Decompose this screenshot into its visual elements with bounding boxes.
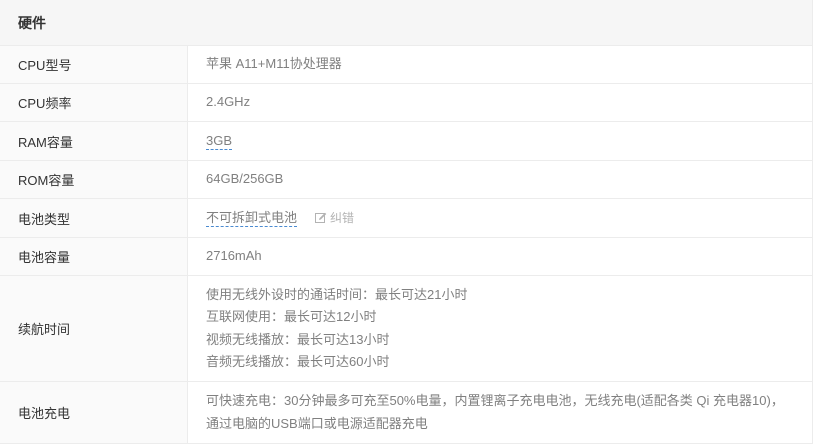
correct-error-link[interactable]: 纠错 — [315, 207, 354, 230]
spec-value-cell: 3GB — [188, 122, 812, 160]
spec-row-charging: 电池充电 可快速充电：30分钟最多可充至50%电量，内置锂离子充电电池，无线充电… — [0, 382, 812, 444]
charging-line: 可快速充电：30分钟最多可充至50%电量，内置锂离子充电电池，无线充电(适配各类… — [206, 393, 784, 408]
battery-type-value-link[interactable]: 不可拆卸式电池 — [206, 209, 298, 227]
endurance-line: 视频无线播放：最长可达13小时 — [206, 331, 390, 347]
spec-value-cell: 不可拆卸式电池 纠错 — [188, 199, 812, 237]
endurance-line: 使用无线外设时的通话时间：最长可达21小时 — [206, 286, 468, 302]
spec-value: 2.4GHz — [206, 94, 251, 110]
spec-row-battery-type: 电池类型 不可拆卸式电池 纠错 — [0, 199, 812, 238]
spec-label: 电池充电 — [0, 382, 188, 443]
correct-error-label: 纠错 — [330, 210, 355, 225]
spec-label: RAM容量 — [0, 122, 188, 160]
spec-row-cpu-model: CPU型号 苹果 A11+M11协处理器 — [0, 46, 812, 84]
spec-label: CPU型号 — [0, 46, 188, 83]
spec-row-battery-capacity: 电池容量 2716mAh — [0, 238, 812, 276]
spec-row-ram: RAM容量 3GB — [0, 122, 812, 161]
spec-label: CPU频率 — [0, 84, 188, 121]
endurance-line: 音频无线播放：最长可达60小时 — [206, 354, 390, 369]
spec-value: 64GB/256GB — [206, 171, 284, 187]
spec-row-endurance: 续航时间 使用无线外设时的通话时间：最长可达21小时 互联网使用：最长可达12小… — [0, 276, 812, 382]
edit-icon — [315, 212, 327, 223]
spec-value-cell: 使用无线外设时的通话时间：最长可达21小时 互联网使用：最长可达12小时 视频无… — [188, 276, 812, 381]
spec-label: 电池容量 — [0, 238, 188, 275]
spec-value-cell: 可快速充电：30分钟最多可充至50%电量，内置锂离子充电电池，无线充电(适配各类… — [188, 382, 812, 443]
endurance-line: 互联网使用：最长可达12小时 — [206, 309, 377, 324]
hardware-spec-table: 硬件 CPU型号 苹果 A11+M11协处理器 CPU频率 2.4GHz RAM… — [0, 0, 813, 444]
section-title: 硬件 — [18, 14, 46, 31]
spec-value: 2716mAh — [206, 248, 262, 264]
spec-label: ROM容量 — [0, 161, 188, 198]
ram-value-link[interactable]: 3GB — [206, 132, 233, 150]
spec-value: 苹果 A11+M11协处理器 — [206, 56, 342, 72]
spec-row-rom: ROM容量 64GB/256GB — [0, 161, 812, 199]
spec-label: 电池类型 — [0, 199, 188, 237]
charging-line: 通过电脑的USB端口或电源适配器充电 — [206, 415, 428, 431]
spec-label: 续航时间 — [0, 276, 188, 381]
spec-row-cpu-frequency: CPU频率 2.4GHz — [0, 84, 812, 122]
section-header: 硬件 — [0, 0, 812, 46]
